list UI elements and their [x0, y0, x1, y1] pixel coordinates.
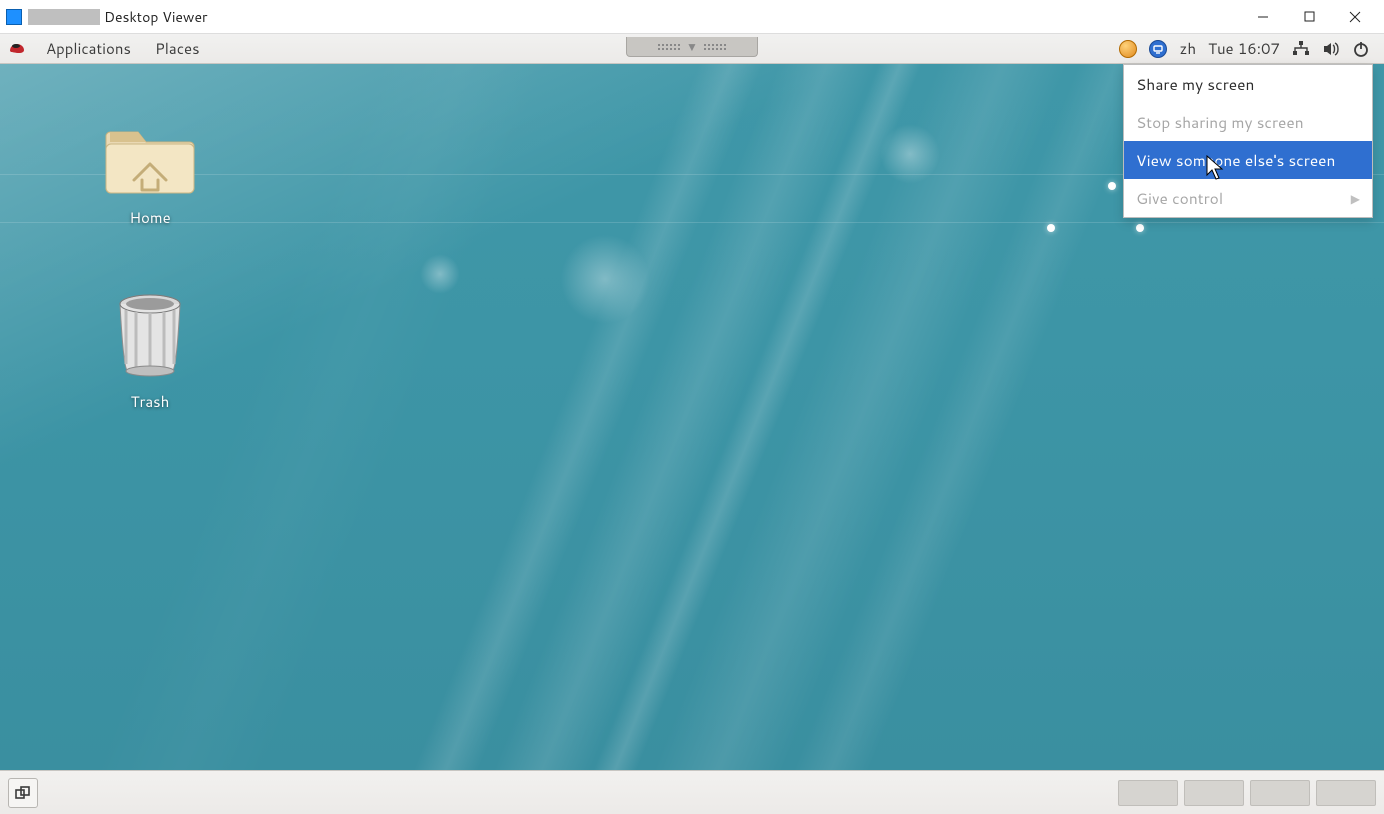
menu-item-label: Share my screen — [1136, 73, 1254, 95]
volume-icon[interactable] — [1322, 40, 1340, 58]
screen-share-indicator-icon[interactable] — [1149, 40, 1167, 58]
menu-places[interactable]: Places — [143, 34, 212, 63]
viewer-titlebar: Desktop Viewer — [0, 0, 1384, 34]
clock[interactable]: Tue 16:07 — [1208, 38, 1280, 59]
menu-item-stop-sharing: Stop sharing my screen — [1124, 103, 1372, 141]
notification-face-icon[interactable] — [1119, 40, 1137, 58]
maximize-button[interactable] — [1286, 2, 1332, 32]
menu-item-view-someone-elses-screen[interactable]: View someone else's screen — [1124, 141, 1372, 179]
network-icon[interactable] — [1292, 40, 1310, 58]
viewer-app-icon — [6, 9, 22, 25]
taskbar-slot[interactable] — [1316, 780, 1376, 806]
trash-icon — [111, 292, 189, 380]
desktop-icon-home-label: Home — [90, 207, 210, 228]
workspace-switcher-button[interactable] — [8, 778, 38, 808]
system-tray: zh Tue 16:07 — [1119, 38, 1376, 59]
menu-applications[interactable]: Applications — [34, 34, 143, 63]
viewer-window-title: Desktop Viewer — [104, 7, 207, 27]
toolbar-handle[interactable]: ▼ — [626, 37, 758, 57]
menu-places-label: Places — [155, 38, 200, 59]
title-redacted-segment — [28, 9, 100, 25]
taskbar-slot[interactable] — [1250, 780, 1310, 806]
menu-applications-label: Applications — [46, 38, 131, 59]
power-icon[interactable] — [1352, 40, 1370, 58]
input-language-indicator[interactable]: zh — [1179, 38, 1196, 59]
minimize-button[interactable] — [1240, 2, 1286, 32]
taskbar-slot[interactable] — [1184, 780, 1244, 806]
screen-share-menu: Share my screen Stop sharing my screen V… — [1123, 64, 1373, 218]
desktop-icon-home[interactable]: Home — [90, 114, 210, 228]
gnome-top-bar: Applications Places ▼ zh Tue 16:07 — [0, 34, 1384, 64]
chevron-down-icon: ▼ — [686, 38, 698, 55]
menu-item-label: Stop sharing my screen — [1136, 111, 1304, 133]
desktop-icon-trash[interactable]: Trash — [90, 292, 210, 412]
menu-item-share-my-screen[interactable]: Share my screen — [1124, 65, 1372, 103]
desktop-icon-trash-label: Trash — [90, 391, 210, 412]
close-button[interactable] — [1332, 2, 1378, 32]
menu-item-give-control: Give control ▶ — [1124, 179, 1372, 217]
menu-item-label: Give control — [1136, 187, 1223, 209]
folder-home-icon — [104, 114, 196, 196]
bottom-panel — [0, 770, 1384, 814]
menu-item-label: View someone else's screen — [1136, 149, 1335, 171]
submenu-arrow-icon: ▶ — [1351, 190, 1360, 207]
redhat-icon — [8, 40, 26, 58]
taskbar-slot[interactable] — [1118, 780, 1178, 806]
